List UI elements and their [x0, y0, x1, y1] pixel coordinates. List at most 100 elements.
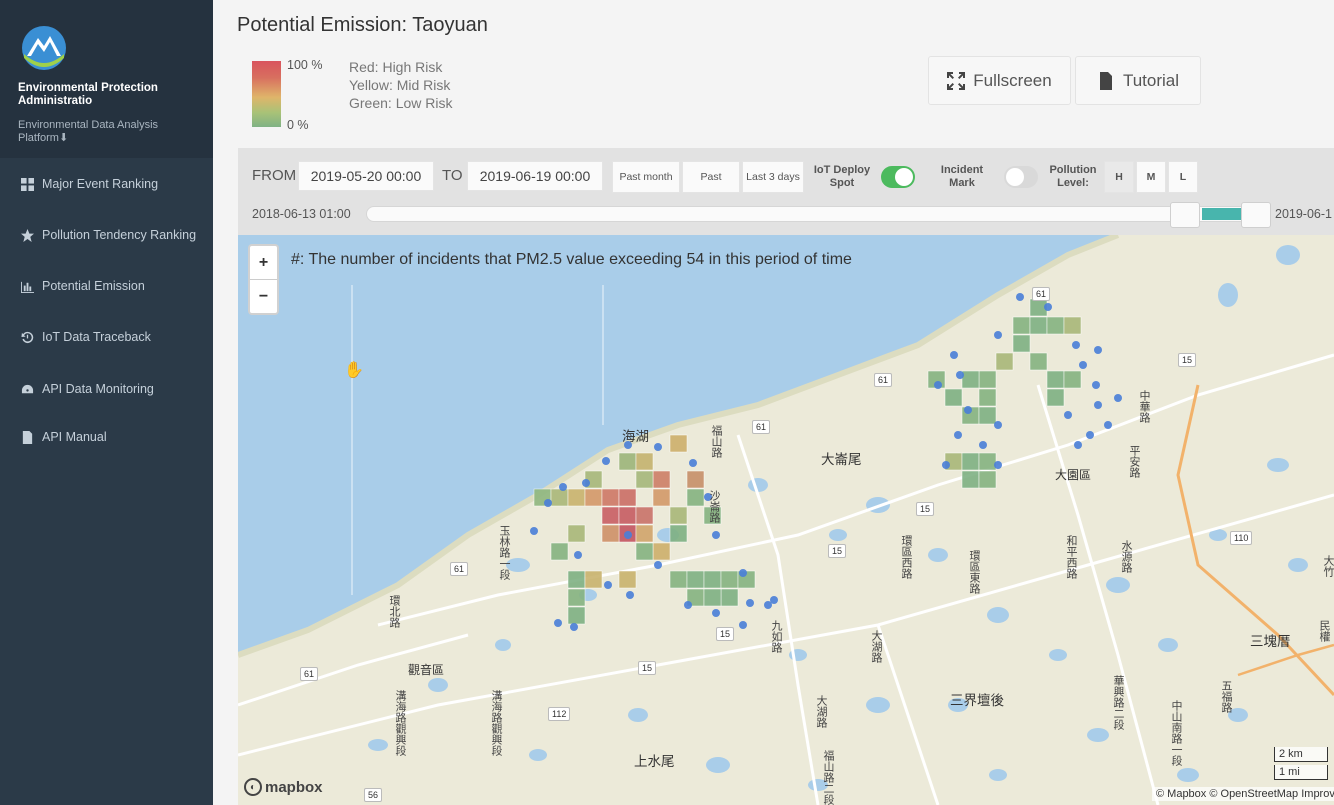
risk-gradient-legend — [252, 61, 281, 127]
epa-logo — [22, 26, 66, 70]
range-handle-start[interactable] — [1170, 202, 1200, 228]
last-3-days-button[interactable]: Last 3 days — [742, 161, 804, 193]
road-label: 大湖路 — [870, 630, 882, 663]
sidebar-item-label: IoT Data Traceback — [42, 330, 151, 344]
place-label: 海湖 — [622, 429, 649, 444]
road-label: 環區西路 — [900, 535, 912, 579]
star-icon — [20, 228, 34, 242]
risk-legend-text: Red: High Risk Yellow: Mid Risk Green: L… — [349, 58, 452, 112]
road-label: 環北路 — [388, 595, 400, 628]
sidebar-item-potential-emission[interactable]: Potential Emission — [0, 267, 213, 305]
download-icon[interactable]: ⬇ — [59, 132, 68, 144]
gauge-icon — [20, 382, 34, 396]
to-label: TO — [442, 167, 463, 184]
road-shield: 15 — [716, 627, 735, 641]
pollution-level-label: Pollution Level: — [1049, 164, 1097, 189]
road-shield: 61 — [300, 667, 319, 681]
road-label: 華興路二段 — [1112, 675, 1124, 730]
road-shield: 61 — [752, 420, 771, 434]
road-label: 福山路二段 — [822, 750, 834, 805]
legend-red-line: Red: High Risk — [349, 59, 443, 75]
road-label: 溝海路觀興段 — [490, 690, 502, 756]
sidebar-item-pollution-tendency-ranking[interactable]: Pollution Tendency Ranking — [0, 216, 213, 254]
range-start-label: 2018-06-13 01:00 — [252, 207, 351, 221]
file-icon — [1099, 71, 1112, 90]
road-label: 水源路 — [1120, 540, 1132, 573]
road-label: 中山南路一段 — [1170, 700, 1182, 766]
bar-chart-icon — [20, 279, 34, 293]
road-label: 玉林路一段 — [498, 525, 510, 580]
road-shield: 61 — [1032, 287, 1051, 301]
range-handle-end[interactable] — [1241, 202, 1271, 228]
road-shield: 110 — [1230, 531, 1253, 545]
time-range-slider[interactable] — [366, 206, 1270, 222]
fullscreen-button[interactable]: Fullscreen — [928, 56, 1071, 105]
from-label: FROM — [252, 167, 297, 184]
map-note: #: The number of incidents that PM2.5 va… — [291, 251, 852, 268]
zoom-control: + − — [248, 244, 279, 315]
place-label: 大園區 — [1055, 468, 1092, 482]
road-label: 大竹 — [1322, 555, 1334, 577]
hand-cursor-icon: ✋ — [344, 362, 364, 379]
past-month-button[interactable]: Past month — [612, 161, 680, 193]
past-button[interactable]: Past — [682, 161, 740, 193]
sidebar-item-api-data-monitoring[interactable]: API Data Monitoring — [0, 370, 213, 408]
level-h-button[interactable]: H — [1104, 161, 1134, 193]
legend-max-label: 100 % — [287, 58, 323, 72]
zoom-in-button[interactable]: + — [250, 246, 277, 279]
place-label: 三塊厝 — [1250, 634, 1291, 649]
time-range-selection — [1202, 208, 1242, 220]
road-label: 中華路 — [1138, 390, 1150, 423]
sidebar-item-api-manual[interactable]: API Manual — [0, 418, 213, 456]
road-label: 民權 — [1318, 620, 1330, 642]
sidebar-item-major-event-ranking[interactable]: Major Event Ranking — [0, 165, 213, 203]
place-label: 觀音區 — [408, 663, 445, 677]
road-shield: 61 — [874, 373, 893, 387]
brand-block: Environmental Protection Administratio E… — [0, 0, 213, 158]
road-shield: 15 — [638, 661, 657, 675]
map-attribution[interactable]: © Mapbox © OpenStreetMap Improv — [1152, 787, 1334, 801]
mapbox-logo[interactable]: ◐ mapbox — [244, 778, 323, 796]
scale-km: 2 km — [1274, 747, 1328, 762]
road-label: 平安路 — [1128, 445, 1140, 478]
level-m-button[interactable]: M — [1136, 161, 1166, 193]
road-label: 溝海路觀興段 — [394, 690, 406, 756]
sidebar-item-label: Pollution Tendency Ranking — [42, 228, 197, 242]
road-label: 環區東路 — [968, 550, 980, 594]
sidebar-item-label: API Data Monitoring — [42, 382, 154, 396]
scale-mi: 1 mi — [1274, 765, 1328, 780]
incident-mark-toggle[interactable] — [1004, 166, 1038, 188]
road-label: 福山路 — [710, 425, 722, 458]
from-date-input[interactable] — [298, 161, 434, 191]
road-label: 大湖路 — [815, 695, 827, 728]
file-icon — [20, 430, 34, 444]
road-label: 沙崙路 — [708, 490, 720, 523]
sidebar-item-label: API Manual — [42, 430, 107, 444]
map-view[interactable]: + − #: The number of incidents that PM2.… — [238, 235, 1334, 805]
incident-mark-label: Incident Mark — [940, 164, 984, 189]
road-shield: 56 — [364, 788, 383, 802]
place-label: 三界壇後 — [950, 693, 1004, 708]
road-shield: 15 — [916, 502, 935, 516]
filter-bar: FROM TO Past month Past Last 3 days IoT … — [238, 148, 1334, 235]
iot-deploy-toggle[interactable] — [881, 166, 915, 188]
legend-min-label: 0 % — [287, 118, 309, 132]
place-label: 大崙尾 — [821, 452, 862, 467]
road-label: 五福路 — [1220, 680, 1232, 713]
road-shield: 15 — [1178, 353, 1197, 367]
road-shield: 61 — [450, 562, 469, 576]
sidebar: Environmental Protection Administratio E… — [0, 0, 213, 805]
road-shield: 112 — [548, 707, 571, 721]
to-date-input[interactable] — [467, 161, 603, 191]
sidebar-item-label: Major Event Ranking — [42, 177, 159, 191]
road-label: 和平西路 — [1065, 535, 1077, 579]
mapbox-icon: ◐ — [244, 778, 262, 796]
range-end-label: 2019-06-1 — [1275, 207, 1332, 221]
zoom-out-button[interactable]: − — [250, 279, 277, 313]
level-l-button[interactable]: L — [1168, 161, 1198, 193]
brand-subtitle: Environmental Data Analysis Platform⬇ — [18, 119, 159, 144]
tutorial-button[interactable]: Tutorial — [1075, 56, 1201, 105]
sidebar-item-label: Potential Emission — [42, 279, 145, 293]
sidebar-item-iot-data-traceback[interactable]: IoT Data Traceback — [0, 318, 213, 356]
legend-yellow-line: Yellow: Mid Risk — [349, 77, 451, 93]
